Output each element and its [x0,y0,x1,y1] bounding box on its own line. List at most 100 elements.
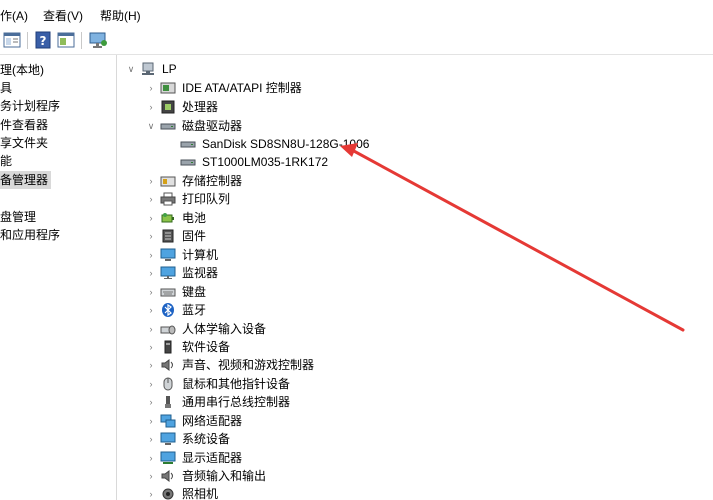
menu-bar: 作(A) 查看(V) 帮助(H) [0,0,713,27]
tree-node[interactable]: › 声音、视频和游戏控制器 [146,356,446,374]
expand-chevron-icon[interactable]: › [146,338,156,356]
tree-node-label: 音频输入和输出 [182,469,267,483]
tree-node-label: 电池 [182,211,207,225]
monitor-icon [160,266,176,280]
expand-chevron-icon[interactable]: › [146,412,156,430]
nav-item-task-scheduler[interactable]: 务计划程序 [0,97,60,115]
display-adapter-icon [160,451,176,465]
tree-node[interactable]: › 存储控制器 [146,172,446,190]
sound-icon [160,358,176,372]
tree-node[interactable]: › 系统设备 [146,430,446,448]
expand-chevron-icon[interactable]: › [146,430,156,448]
disk-drive-icon [180,137,196,151]
menu-view[interactable]: 查看(V) [43,7,83,24]
toolbar-separator [27,32,28,49]
tree-node-label: 蓝牙 [182,303,207,317]
tree-child-label: ST1000LM035-1RK172 [202,155,329,169]
nav-item-system-tools[interactable]: 具 [0,79,12,97]
audio-io-icon [160,469,176,483]
tree-node[interactable]: › 键盘 [146,283,446,301]
tree-node[interactable]: › 处理器 [146,98,446,116]
computer-icon [160,248,176,262]
tree-node-label: 存储控制器 [182,174,243,188]
expand-chevron-icon[interactable]: › [146,246,156,264]
tree-node[interactable]: › 打印队列 [146,190,446,208]
tree-node-label: 固件 [182,229,207,243]
nav-item-shared-folders[interactable]: 享文件夹 [0,134,48,152]
nav-item-device-manager[interactable]: 备管理器 [0,171,52,189]
tree-root[interactable]: ∨ LP [126,60,326,78]
tree-node-label: 系统设备 [182,432,231,446]
tree-node[interactable]: › 软件设备 [146,338,446,356]
tree-node[interactable]: › 电池 [146,209,446,227]
tree-node[interactable]: › 计算机 [146,246,446,264]
tree-node[interactable]: › 显示适配器 [146,449,446,467]
expand-chevron-icon[interactable]: › [146,320,156,338]
tree-node-label: 处理器 [182,100,219,114]
printer-icon [160,192,176,206]
mouse-icon [160,377,176,391]
tree-node[interactable]: › 蓝牙 [146,301,446,319]
tree-node[interactable]: › IDE ATA/ATAPI 控制器 [146,79,446,97]
tree-node[interactable]: ∨ 磁盘驱动器 [146,117,446,135]
expand-chevron-icon[interactable]: › [146,209,156,227]
menu-action[interactable]: 作(A) [0,7,28,24]
nav-item-services-apps[interactable]: 和应用程序 [0,226,60,244]
expand-chevron-icon[interactable]: › [146,172,156,190]
camera-icon [160,487,176,500]
bluetooth-icon [160,303,176,317]
view-pane-icon[interactable] [56,31,76,49]
tree-child-label: SanDisk SD8SN8U-128G-1006 [202,137,370,151]
expand-chevron-icon[interactable]: › [146,227,156,245]
collapse-chevron-icon[interactable]: ∨ [126,60,136,78]
tree-node-label: 通用串行总线控制器 [182,395,291,409]
tree-child[interactable]: ST1000LM035-1RK172 [166,153,486,171]
toolbar: ? [0,27,713,55]
nav-item-computer-management[interactable]: 理(本地) [0,61,44,79]
tree-node[interactable]: › 人体学输入设备 [146,320,446,338]
tree-child[interactable]: SanDisk SD8SN8U-128G-1006 [166,135,486,153]
expand-chevron-icon[interactable]: › [146,301,156,319]
tree-node[interactable]: › 鼠标和其他指针设备 [146,375,446,393]
expand-chevron-icon[interactable]: › [146,98,156,116]
tree-node[interactable]: › 照相机 [146,485,446,500]
nav-item-disk-management[interactable]: 盘管理 [0,208,36,226]
toolbar-separator [81,32,82,49]
menu-help[interactable]: 帮助(H) [100,7,141,24]
tree-root-label: LP [162,62,177,76]
device-tree: ∨ LP › IDE ATA/ATAPI 控制器 › 处理器 ∨ 磁盘驱动器 S… [118,55,713,500]
storage-controller-icon [160,174,176,188]
tree-node-label: 显示适配器 [182,451,243,465]
nav-item-event-viewer[interactable]: 件查看器 [0,116,48,134]
firmware-icon [160,229,176,243]
nav-item-performance[interactable]: 能 [0,152,12,170]
tree-node[interactable]: › 网络适配器 [146,412,446,430]
tree-node-label: 人体学输入设备 [182,322,267,336]
tree-node[interactable]: › 监视器 [146,264,446,282]
tree-node-label: 键盘 [182,285,207,299]
expand-chevron-icon[interactable]: › [146,485,156,500]
tree-node[interactable]: › 固件 [146,227,446,245]
expand-chevron-icon[interactable]: › [146,283,156,301]
collapse-chevron-icon[interactable]: ∨ [146,117,156,135]
properties-icon[interactable] [2,31,22,49]
expand-chevron-icon[interactable]: › [146,190,156,208]
tree-node[interactable]: › 通用串行总线控制器 [146,393,446,411]
tree-node-label: 照相机 [182,487,219,500]
expand-chevron-icon[interactable]: › [146,449,156,467]
expand-chevron-icon[interactable]: › [146,79,156,97]
tree-node-label: 计算机 [182,248,219,262]
system-device-icon [160,432,176,446]
monitor-icon[interactable] [88,31,108,49]
software-device-icon [160,340,176,354]
expand-chevron-icon[interactable]: › [146,393,156,411]
help-icon[interactable]: ? [33,31,53,49]
tree-node[interactable]: › 音频输入和输出 [146,467,446,485]
expand-chevron-icon[interactable]: › [146,467,156,485]
expand-chevron-icon[interactable]: › [146,356,156,374]
expand-chevron-icon[interactable]: › [146,375,156,393]
expand-chevron-icon[interactable]: › [146,264,156,282]
computer-icon [140,62,156,76]
navigation-pane: 理(本地) 具 务计划程序 件查看器 享文件夹 能 备管理器 盘管理 和应用程序 [0,55,117,500]
tree-node-label: 软件设备 [182,340,231,354]
